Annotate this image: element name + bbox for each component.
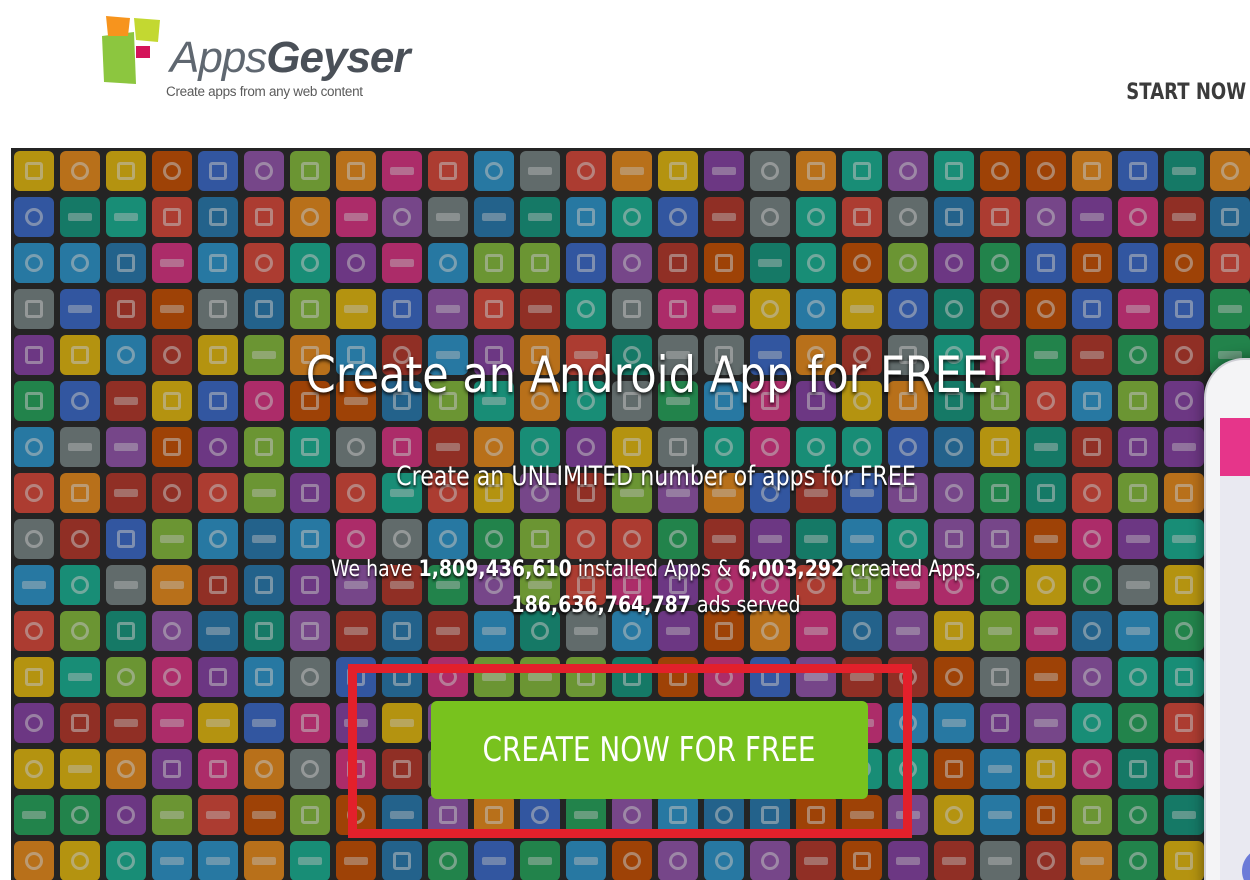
appsgeyser-logo-icon <box>102 16 160 84</box>
hero-title: Create an Android App for FREE! <box>305 346 1007 404</box>
phone-screen <box>1220 418 1250 880</box>
installed-label: installed Apps & <box>577 557 732 582</box>
create-now-button[interactable]: CREATE NOW FOR FREE <box>431 701 868 799</box>
hero-stats: We have 1,809,436,610 installed Apps & 6… <box>316 552 995 624</box>
brand-tagline: Create apps from any web content <box>166 84 363 99</box>
created-label: created Apps, <box>850 557 982 582</box>
stats-prefix: We have <box>330 557 413 582</box>
ads-label: ads served <box>696 593 801 618</box>
created-count: 6,003,292 <box>737 557 845 582</box>
ads-count: 186,636,764,787 <box>511 593 691 618</box>
nav-start-now-link[interactable]: START NOW <box>1126 80 1246 105</box>
hero-subtitle: Create an UNLIMITED number of apps for F… <box>396 461 916 492</box>
hero-section: Create an Android App for FREE! Create a… <box>11 148 1250 880</box>
phone-app-bar <box>1220 418 1250 476</box>
phone-mockup <box>1204 358 1250 880</box>
brand-name: AppsGeyser <box>170 33 411 82</box>
brand-logo[interactable]: AppsGeyser Create apps from any web cont… <box>100 14 420 104</box>
phone-fab-icon <box>1242 848 1250 880</box>
site-header: AppsGeyser Create apps from any web cont… <box>0 0 1250 148</box>
installed-count: 1,809,436,610 <box>418 557 572 582</box>
